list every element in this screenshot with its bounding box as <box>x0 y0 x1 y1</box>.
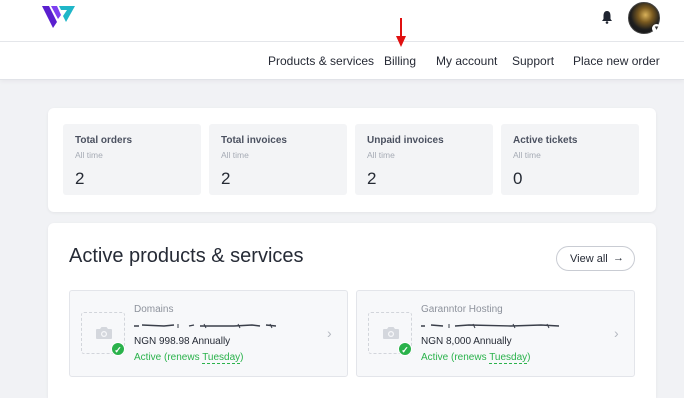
redacted-scribble <box>421 323 560 329</box>
service-category: Domains <box>134 304 174 315</box>
stat-title: Active tickets <box>513 135 578 146</box>
stat-value: 2 <box>367 169 377 188</box>
stat-active-tickets[interactable]: Active tickets All time 0 <box>501 124 639 195</box>
nav-support[interactable]: Support <box>512 54 554 68</box>
stat-title: Unpaid invoices <box>367 135 444 146</box>
section-title: Active products & services <box>69 245 304 267</box>
service-item-domains[interactable]: ✓ Domains NGN 998.98 Annually Active (re… <box>69 290 348 377</box>
bell-icon[interactable] <box>601 10 613 24</box>
service-thumbnail: ✓ <box>81 312 125 356</box>
nav-my-account[interactable]: My account <box>436 54 497 68</box>
stat-title: Total invoices <box>221 135 287 146</box>
service-price: NGN 998.98 Annually <box>134 336 231 347</box>
nav-products-services[interactable]: Products & services <box>268 54 374 68</box>
status-suffix: ) <box>527 352 531 363</box>
status-renew-day: Tuesday <box>489 352 528 364</box>
stat-subtitle: All time <box>367 150 395 160</box>
stat-value: 0 <box>513 169 523 188</box>
service-thumbnail: ✓ <box>368 312 412 356</box>
check-icon: ✓ <box>111 342 125 356</box>
status-prefix: Active (renews <box>421 352 490 363</box>
chevron-right-icon: › <box>614 325 619 341</box>
stat-unpaid-invoices[interactable]: Unpaid invoices All time 2 <box>355 124 493 195</box>
stat-total-invoices[interactable]: Total invoices All time 2 <box>209 124 347 195</box>
chevron-right-icon: › <box>327 325 332 341</box>
status-renew-day: Tuesday <box>202 352 241 364</box>
view-all-label: View all <box>570 253 608 265</box>
active-products-card: Active products & services View all → ✓ … <box>48 223 656 398</box>
annotation-arrow-icon <box>396 18 406 47</box>
stat-subtitle: All time <box>513 150 541 160</box>
stat-subtitle: All time <box>221 150 249 160</box>
camera-icon <box>383 327 399 339</box>
redacted-scribble <box>134 323 276 329</box>
stat-subtitle: All time <box>75 150 103 160</box>
status-suffix: ) <box>240 352 244 363</box>
check-icon: ✓ <box>398 342 412 356</box>
view-all-button[interactable]: View all → <box>556 246 635 271</box>
service-category: Garanntor Hosting <box>421 304 503 315</box>
service-status: Active (renews Tuesday) <box>134 352 244 364</box>
nav-place-new-order[interactable]: Place new order <box>573 54 660 68</box>
stat-value: 2 <box>75 169 85 188</box>
stats-card: Total orders All time 2 Total invoices A… <box>48 108 656 212</box>
chevron-down-icon[interactable]: ▾ <box>652 24 661 33</box>
service-price: NGN 8,000 Annually <box>421 336 512 347</box>
nav-billing[interactable]: Billing <box>384 54 416 68</box>
brand-logo[interactable] <box>42 6 76 30</box>
service-status: Active (renews Tuesday) <box>421 352 531 364</box>
stat-value: 2 <box>221 169 231 188</box>
arrow-right-icon: → <box>613 252 624 264</box>
stat-title: Total orders <box>75 135 133 146</box>
service-item-hosting[interactable]: ✓ Garanntor Hosting NGN 8,000 Annually A… <box>356 290 635 377</box>
camera-icon <box>96 327 112 339</box>
main-nav: Products & services Billing My account S… <box>0 42 684 80</box>
stat-total-orders[interactable]: Total orders All time 2 <box>63 124 201 195</box>
service-name-redacted <box>421 319 563 331</box>
top-bar: ▾ <box>0 0 684 42</box>
service-name-redacted <box>134 319 276 331</box>
status-prefix: Active (renews <box>134 352 203 363</box>
